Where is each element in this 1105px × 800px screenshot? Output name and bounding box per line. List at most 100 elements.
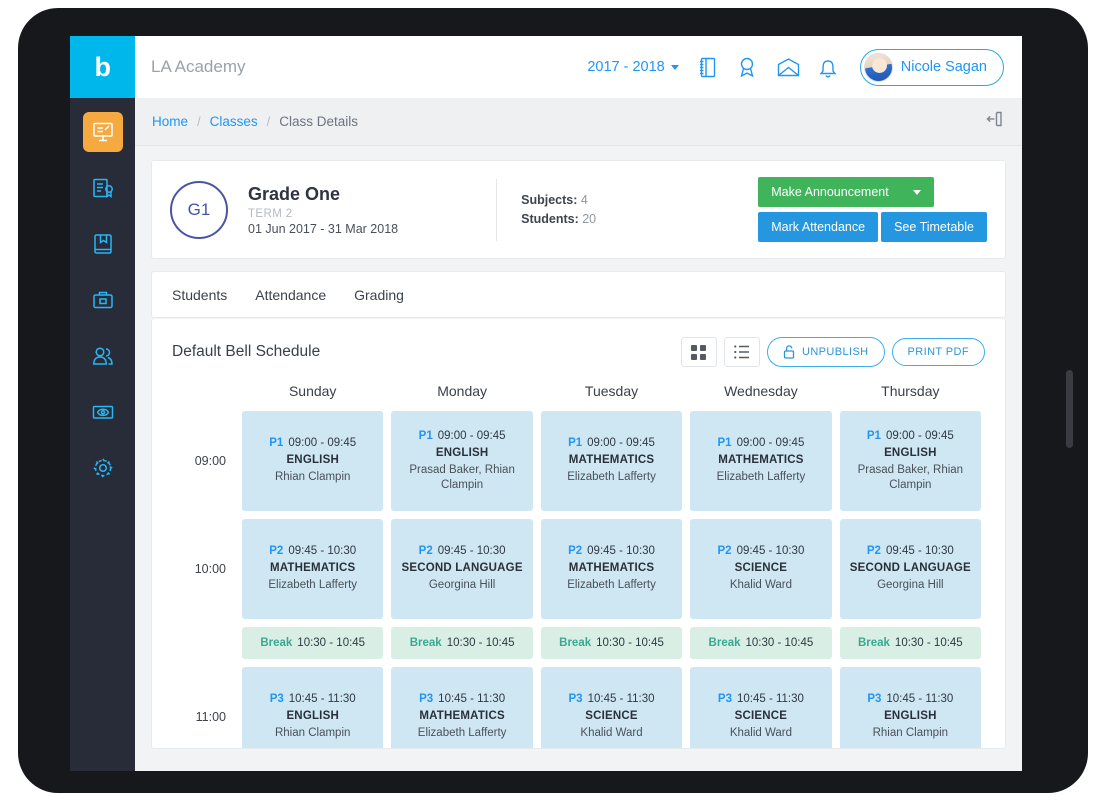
top-header: b LA Academy 2017 - 2018 Nicole Sagan bbox=[70, 36, 1022, 98]
break-slot[interactable]: Break 10:30 - 10:45 bbox=[391, 627, 533, 659]
class-summary-card: G1 Grade One TERM 2 01 Jun 2017 - 31 Mar… bbox=[151, 160, 1006, 259]
class-slot[interactable]: P1 09:00 - 09:45 ENGLISH Rhian Clampin bbox=[242, 411, 384, 511]
period-time: 09:45 - 10:30 bbox=[885, 545, 954, 557]
break-slot[interactable]: Break 10:30 - 10:45 bbox=[242, 627, 384, 659]
sidebar-item-settings[interactable] bbox=[83, 448, 123, 488]
class-title: Grade One bbox=[248, 183, 341, 204]
break-time: 10:30 - 10:45 bbox=[446, 637, 515, 649]
day-header-wednesday: Wednesday bbox=[724, 383, 798, 399]
envelope-icon[interactable] bbox=[777, 57, 800, 77]
sidebar-item-staff[interactable] bbox=[83, 280, 123, 320]
teacher-names: Georgina Hill bbox=[877, 579, 944, 591]
sidebar-item-classes[interactable] bbox=[82, 112, 123, 152]
period-time: 09:45 - 10:30 bbox=[736, 545, 805, 557]
make-announcement-button[interactable]: Make Announcement bbox=[758, 177, 934, 207]
break-slot[interactable]: Break 10:30 - 10:45 bbox=[839, 627, 982, 659]
day-header-thursday: Thursday bbox=[881, 383, 940, 399]
subject-name: ENGLISH bbox=[286, 710, 339, 722]
class-slot[interactable]: P2 09:45 - 10:30 SCIENCE Khalid Ward bbox=[690, 519, 832, 619]
period-code: P3 bbox=[568, 693, 583, 705]
timetable-cell: P1 09:00 - 09:45 MATHEMATICS Elizabeth La… bbox=[537, 411, 686, 511]
class-slot[interactable]: P2 09:45 - 10:30 MATHEMATICS Elizabeth La… bbox=[242, 519, 384, 619]
class-slot[interactable]: P1 09:00 - 09:45 MATHEMATICS Elizabeth La… bbox=[540, 411, 683, 511]
certificate-icon bbox=[92, 178, 113, 198]
breadcrumb-home[interactable]: Home bbox=[152, 114, 188, 129]
time-label: 09:00 bbox=[194, 454, 226, 468]
time-label: 10:00 bbox=[194, 562, 226, 576]
award-icon[interactable] bbox=[736, 56, 758, 78]
timetable-cell: P2 09:45 - 10:30 MATHEMATICS Elizabeth La… bbox=[537, 519, 686, 619]
class-slot[interactable]: P1 09:00 - 09:45 ENGLISH Prasad Baker, Rh… bbox=[391, 411, 533, 511]
bell-schedule-panel: Default Bell Schedule UNPUBLISH PRINT PD… bbox=[151, 319, 1006, 749]
briefcase-icon bbox=[92, 291, 113, 309]
break-label: Break bbox=[708, 637, 741, 649]
break-label: Break bbox=[409, 637, 442, 649]
gear-icon bbox=[92, 458, 113, 478]
class-slot[interactable]: P1 09:00 - 09:45 MATHEMATICS Elizabeth La… bbox=[690, 411, 832, 511]
grid-view-button[interactable] bbox=[680, 337, 717, 367]
app-logo[interactable]: b bbox=[70, 36, 135, 98]
unpublish-button[interactable]: UNPUBLISH bbox=[766, 337, 885, 367]
left-sidebar bbox=[70, 98, 135, 771]
see-timetable-button[interactable]: See Timetable bbox=[881, 212, 987, 242]
user-menu[interactable]: Nicole Sagan bbox=[859, 48, 1004, 86]
chevron-down-icon bbox=[670, 64, 679, 70]
class-slot[interactable]: P3 10:45 - 11:30 SCIENCE Khalid Ward bbox=[690, 667, 832, 748]
tab-attendance[interactable]: Attendance bbox=[255, 287, 326, 303]
timetable-cell: Break 10:30 - 10:45 bbox=[686, 627, 835, 659]
sidebar-item-certificates[interactable] bbox=[83, 168, 123, 208]
period-time: 10:45 - 11:30 bbox=[438, 693, 506, 705]
teacher-names: Khalid Ward bbox=[729, 727, 793, 739]
breadcrumb-classes[interactable]: Classes bbox=[210, 114, 258, 129]
mark-attendance-button[interactable]: Mark Attendance bbox=[758, 212, 879, 242]
class-slot[interactable]: P1 09:00 - 09:45 ENGLISH Prasad Baker, Rh… bbox=[839, 411, 982, 511]
teacher-names: Elizabeth Lafferty bbox=[567, 471, 656, 483]
notebook-icon[interactable] bbox=[698, 57, 717, 78]
sidebar-item-people[interactable] bbox=[83, 336, 123, 376]
teacher-names: Rhian Clampin bbox=[274, 727, 351, 739]
subject-name: MATHEMATICS bbox=[718, 454, 804, 466]
whiteboard-icon bbox=[92, 122, 113, 142]
timetable-cell: P1 09:00 - 09:45 ENGLISH Rhian Clampin bbox=[238, 411, 387, 511]
make-announcement-label: Make Announcement bbox=[771, 185, 889, 199]
teacher-names: Elizabeth Lafferty bbox=[567, 579, 656, 591]
bell-icon[interactable] bbox=[819, 57, 837, 78]
logout-icon[interactable] bbox=[984, 109, 1004, 134]
list-view-button[interactable] bbox=[723, 337, 760, 367]
timetable-cell: P3 10:45 - 11:30 ENGLISH Rhian Clampin bbox=[238, 667, 387, 748]
students-value: 20 bbox=[582, 211, 597, 226]
timetable-cell: P2 09:45 - 10:30 SECOND LANGUAGE Georgina… bbox=[836, 519, 985, 619]
period-time: 09:00 - 09:45 bbox=[437, 429, 506, 442]
period-time: 10:45 - 11:30 bbox=[587, 693, 655, 705]
timetable: Sunday Monday Tuesday Wednesday Thursday… bbox=[172, 383, 985, 748]
break-slot[interactable]: Break 10:30 - 10:45 bbox=[690, 627, 832, 659]
teacher-names: Prasad Baker, Rhian Clampin bbox=[857, 463, 964, 491]
academic-year-dropdown[interactable]: 2017 - 2018 bbox=[587, 59, 679, 75]
break-slot[interactable]: Break 10:30 - 10:45 bbox=[540, 627, 683, 659]
subject-name: ENGLISH bbox=[435, 446, 489, 459]
class-slot[interactable]: P3 10:45 - 11:30 ENGLISH Rhian Clampin bbox=[242, 667, 384, 748]
class-slot[interactable]: P3 10:45 - 11:30 SCIENCE Khalid Ward bbox=[540, 667, 683, 748]
period-code: P1 bbox=[568, 437, 583, 449]
print-pdf-button[interactable]: PRINT PDF bbox=[891, 338, 985, 366]
subjects-stat: Subjects: 4 bbox=[521, 191, 596, 210]
timetable-cell: P2 09:45 - 10:30 SECOND LANGUAGE Georgina… bbox=[387, 519, 536, 619]
class-slot[interactable]: P3 10:45 - 11:30 ENGLISH Rhian Clampin bbox=[839, 667, 982, 748]
class-slot[interactable]: P2 09:45 - 10:30 MATHEMATICS Elizabeth La… bbox=[540, 519, 683, 619]
timetable-row: 11:00 P3 10:45 - 11:30 ENGLISH Rhian Clam… bbox=[172, 667, 985, 748]
timetable-cell: Break 10:30 - 10:45 bbox=[836, 627, 985, 659]
time-gutter bbox=[172, 383, 238, 411]
subject-name: SECOND LANGUAGE bbox=[849, 562, 971, 574]
sidebar-item-library[interactable] bbox=[83, 224, 123, 264]
tab-students[interactable]: Students bbox=[172, 287, 227, 303]
class-slot[interactable]: P2 09:45 - 10:30 SECOND LANGUAGE Georgina… bbox=[391, 519, 533, 619]
class-slot[interactable]: P3 10:45 - 11:30 MATHEMATICS Elizabeth La… bbox=[391, 667, 533, 748]
tab-grading[interactable]: Grading bbox=[354, 287, 404, 303]
tablet-frame: b LA Academy 2017 - 2018 Nicole Sagan Ho… bbox=[18, 8, 1088, 793]
subject-name: ENGLISH bbox=[884, 710, 937, 722]
sidebar-item-finance[interactable] bbox=[83, 392, 123, 432]
break-time: 10:30 - 10:45 bbox=[894, 637, 963, 649]
page-scrollbar[interactable] bbox=[1066, 370, 1073, 448]
print-pdf-label: PRINT PDF bbox=[907, 346, 969, 358]
class-slot[interactable]: P2 09:45 - 10:30 SECOND LANGUAGE Georgina… bbox=[839, 519, 982, 619]
